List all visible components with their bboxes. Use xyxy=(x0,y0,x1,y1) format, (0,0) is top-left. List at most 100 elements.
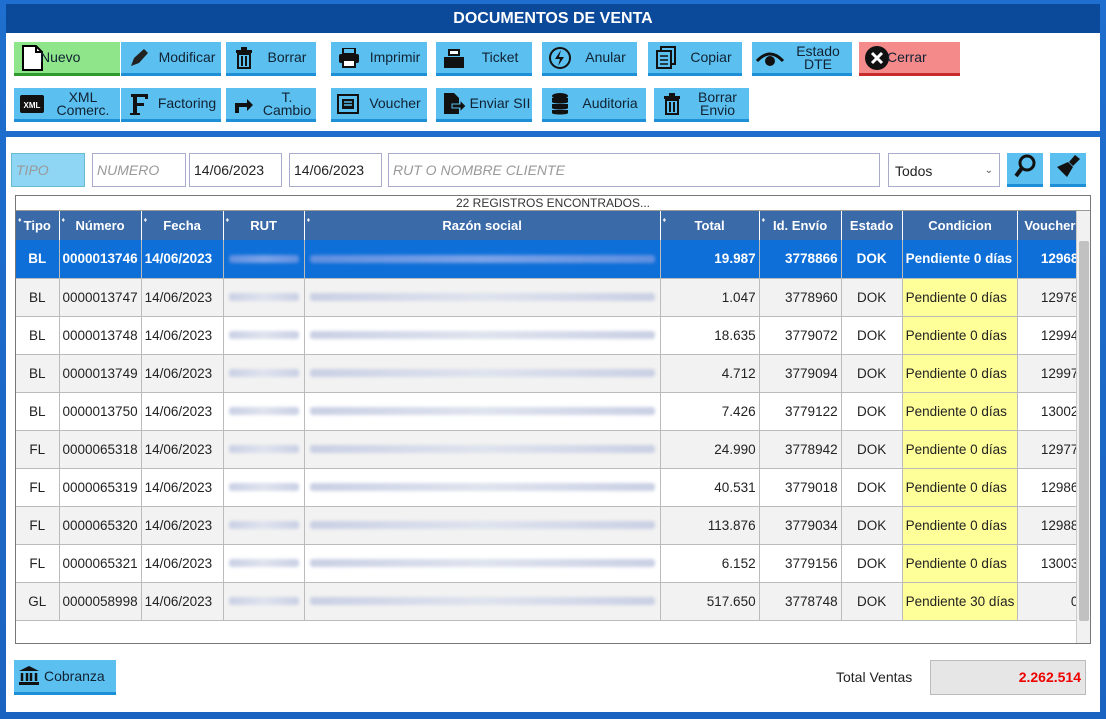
sort-icon: ♦ xyxy=(225,217,230,224)
cell-total: 517.650 xyxy=(660,582,760,621)
column-label: Id. Envío xyxy=(773,218,828,233)
redacted-text xyxy=(309,369,655,377)
column-header-condicion[interactable]: Condicion xyxy=(902,211,1019,240)
close-button[interactable]: Cerrar xyxy=(859,42,960,76)
audit-button[interactable]: Auditoria xyxy=(542,88,646,122)
cell-voucher: 13002 xyxy=(1017,392,1083,431)
total-sales-label: Total Ventas xyxy=(836,669,913,685)
number-filter-input[interactable]: NUMERO DOC xyxy=(92,153,186,210)
print-button[interactable]: Imprimir xyxy=(331,42,427,76)
trash-icon xyxy=(658,90,686,118)
table-row[interactable]: BL 0000013747 14/06/2023 1.047 3778960 DOK Pen… xyxy=(16,278,1083,317)
cell-numero: 0000013750 xyxy=(59,392,142,431)
toolbar: Nuevo Modificar Borrar Imprimir Ticket A… xyxy=(6,33,1100,131)
date-to-input[interactable]: 14/06/2023 xyxy=(289,153,382,187)
table-row[interactable]: FL 0000065318 14/06/2023 24.990 3778942 DOK Pe… xyxy=(16,430,1083,469)
copy-button[interactable]: Copiar xyxy=(648,42,742,76)
cell-numero: 0000013746 xyxy=(59,240,142,279)
cell-estado: DOK xyxy=(841,240,903,279)
eye-icon xyxy=(756,44,784,72)
table-row[interactable]: FL 0000065319 14/06/2023 40.531 3779018 DOK Pe… xyxy=(16,468,1083,507)
new-button[interactable]: Nuevo xyxy=(14,42,120,76)
table-row[interactable]: FL 0000065321 14/06/2023 6.152 3779156 DOK Pen… xyxy=(16,544,1083,583)
cell-fecha: 14/06/2023 xyxy=(141,468,224,507)
cell-fecha: 14/06/2023 xyxy=(141,430,224,469)
modify-button[interactable]: Modificar xyxy=(121,42,221,76)
sort-icon: ♦ xyxy=(662,217,667,224)
ticket-button[interactable]: Ticket xyxy=(436,42,532,76)
chevron-down-icon: ⌄ xyxy=(984,165,993,176)
dte-status-button[interactable]: Estado DTE xyxy=(752,42,852,76)
cell-condicion: Pendiente 0 días xyxy=(902,506,1019,545)
date-from-input[interactable]: 14/06/2023 xyxy=(189,153,282,187)
bank-icon xyxy=(18,665,40,688)
voucher-button[interactable]: Voucher xyxy=(331,88,427,122)
window: DOCUMENTOS DE VENTA Nuevo Modificar Borr… xyxy=(0,0,1106,719)
table-row[interactable]: BL 0000013746 14/06/2023 19.987 3778866 DOK Pe… xyxy=(16,240,1083,279)
cell-id-envio: 3779156 xyxy=(759,544,842,583)
xml-icon-text: XML xyxy=(24,101,41,110)
cell-razon-social xyxy=(304,240,661,279)
redacted-text xyxy=(228,597,299,605)
clear-filter-button[interactable] xyxy=(1050,153,1086,187)
column-header-fecha[interactable]: ♦ Fecha xyxy=(141,211,224,240)
cell-rut xyxy=(223,506,305,545)
voucher-icon xyxy=(335,90,363,118)
cell-tipo: GL xyxy=(16,582,60,621)
delete-send-label-line2: Envio xyxy=(699,101,736,118)
column-header-estado[interactable]: Estado xyxy=(841,211,903,240)
exchange-rate-button[interactable]: T. Cambio xyxy=(226,88,316,122)
total-sales-value: 2.262.514 xyxy=(930,660,1086,695)
status-select[interactable]: Todos ⌄ xyxy=(888,153,1000,187)
search-button[interactable] xyxy=(1007,153,1043,187)
column-header-id-envio[interactable]: ♦ Id. Envío xyxy=(759,211,842,240)
cell-razon-social xyxy=(304,582,661,621)
cell-tipo: BL xyxy=(16,392,60,431)
table-row[interactable]: BL 0000013749 14/06/2023 4.712 3779094 DOK Pen… xyxy=(16,354,1083,393)
xml-commercial-button[interactable]: XML XML Comerc. xyxy=(14,88,120,122)
cell-fecha: 14/06/2023 xyxy=(141,506,224,545)
cell-total: 18.635 xyxy=(660,316,760,355)
cell-voucher: 12986 xyxy=(1017,468,1083,507)
collections-button[interactable]: Cobranza xyxy=(14,660,116,695)
column-header-razon-social[interactable]: ♦ Razón social xyxy=(304,211,661,240)
cell-rut xyxy=(223,392,305,431)
redacted-text xyxy=(309,597,655,605)
delete-send-button[interactable]: Borrar Envio xyxy=(654,88,749,122)
cell-estado: DOK xyxy=(841,354,903,393)
cell-fecha: 14/06/2023 xyxy=(141,544,224,583)
column-header-rut[interactable]: ♦ RUT xyxy=(223,211,305,240)
cell-condicion: Pendiente 0 días xyxy=(902,468,1019,507)
collections-label: Cobranza xyxy=(44,668,105,684)
delete-button[interactable]: Borrar xyxy=(226,42,316,76)
cell-rut xyxy=(223,582,305,621)
delete-label: Borrar xyxy=(267,49,307,65)
cell-voucher: 12978 xyxy=(1017,278,1083,317)
scrollbar-thumb[interactable] xyxy=(1079,241,1089,621)
type-filter-input[interactable]: TIPO xyxy=(11,153,85,187)
column-header-total[interactable]: ♦ Total xyxy=(660,211,760,240)
column-header-tipo[interactable]: ♦ Tipo xyxy=(16,211,60,240)
column-label: Condicion xyxy=(928,218,992,233)
cell-condicion: Pendiente 30 días xyxy=(902,582,1019,621)
factoring-button[interactable]: Factoring xyxy=(121,88,221,122)
column-header-voucher[interactable]: Voucher xyxy=(1017,211,1083,240)
cell-id-envio: 3778866 xyxy=(759,240,842,279)
cell-rut xyxy=(223,544,305,583)
table-row[interactable]: BL 0000013748 14/06/2023 18.635 3779072 DOK Pe… xyxy=(16,316,1083,355)
cell-rut xyxy=(223,316,305,355)
sort-icon: ♦ xyxy=(761,217,766,224)
factoring-f-icon xyxy=(125,90,153,118)
column-header-numero[interactable]: ♦ Número xyxy=(59,211,142,240)
vertical-scrollbar[interactable] xyxy=(1076,211,1090,643)
table-row[interactable]: BL 0000013750 14/06/2023 7.426 3779122 DOK Pen… xyxy=(16,392,1083,431)
table-row[interactable]: FL 0000065320 14/06/2023 113.876 3779034 DOK P… xyxy=(16,506,1083,545)
void-button[interactable]: Anular xyxy=(542,42,637,76)
sort-icon: ♦ xyxy=(61,217,66,224)
client-search-input[interactable]: RUT O NOMBRE CLIENTE xyxy=(388,153,880,187)
table-row[interactable]: GL 0000058998 14/06/2023 517.650 3778748 DOK P… xyxy=(16,582,1083,621)
column-label: Voucher xyxy=(1024,218,1076,233)
send-sii-button[interactable]: Enviar SII xyxy=(436,88,532,122)
cell-voucher: 12968 xyxy=(1017,240,1083,279)
cell-id-envio: 3779072 xyxy=(759,316,842,355)
